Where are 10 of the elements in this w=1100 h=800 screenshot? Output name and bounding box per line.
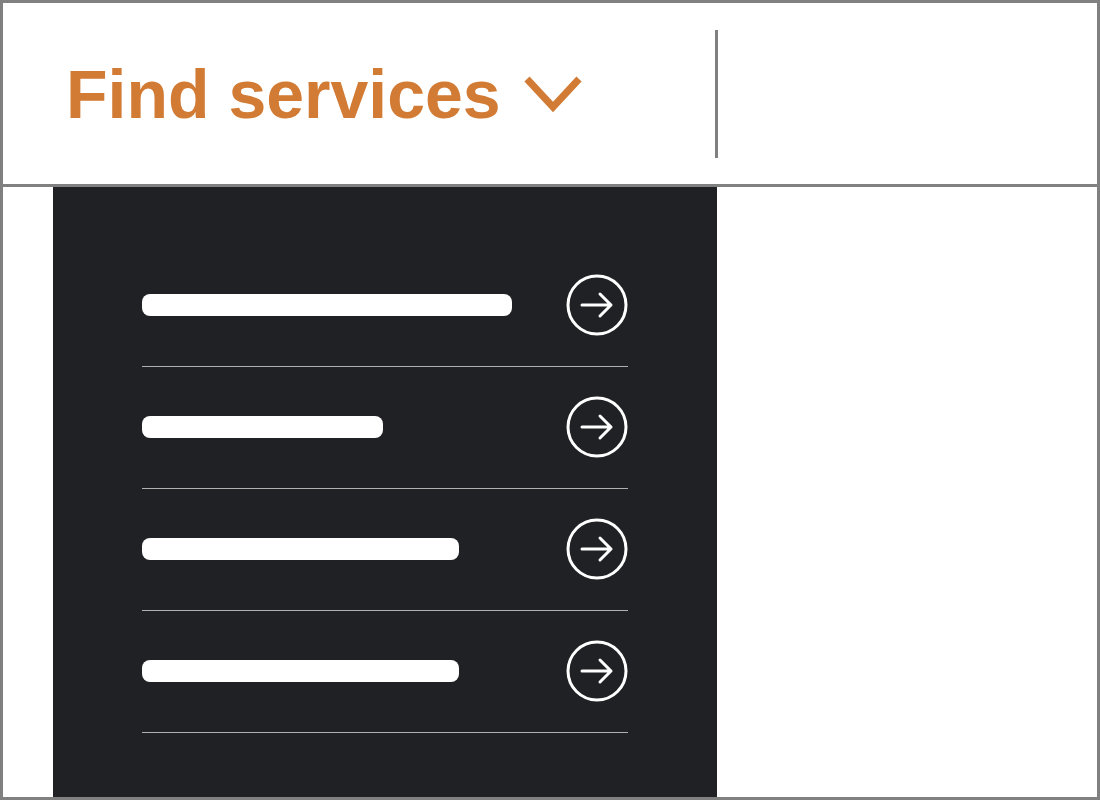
link-placeholder-line[interactable] bbox=[142, 660, 459, 682]
arrow-right-circle-icon bbox=[566, 518, 628, 580]
find-services-menu[interactable]: Find services bbox=[66, 59, 706, 128]
arrow-right-circle-icon bbox=[566, 640, 628, 702]
chevron-icon bbox=[522, 74, 583, 113]
arrow-right-circle-icon bbox=[566, 274, 628, 336]
arrow-right-circle-icon bbox=[566, 396, 628, 458]
link-placeholder-line[interactable] bbox=[142, 416, 383, 438]
link-placeholder-line[interactable] bbox=[142, 538, 459, 560]
link-placeholder-line[interactable] bbox=[142, 294, 512, 316]
